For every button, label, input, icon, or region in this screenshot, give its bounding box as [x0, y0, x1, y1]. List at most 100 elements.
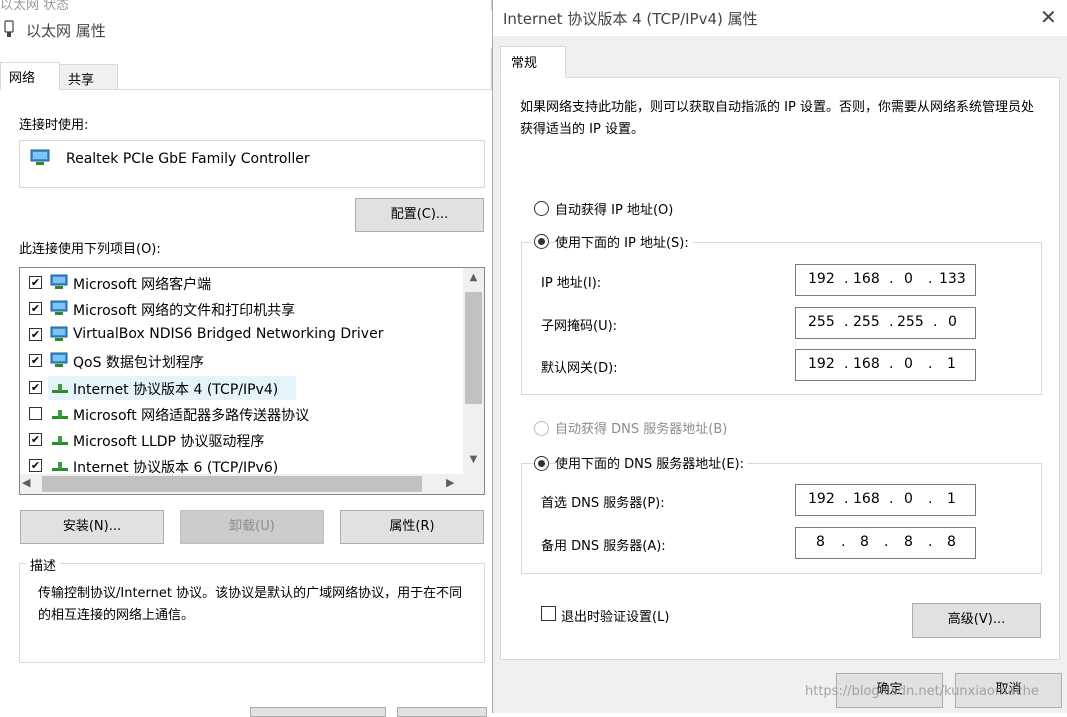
connect-using-label: 连接时使用: — [19, 118, 89, 133]
manual-dns-radio[interactable] — [534, 456, 549, 471]
uninstall-button[interactable]: 卸载(U) — [180, 510, 324, 544]
list-item[interactable]: ✔ Microsoft LLDP 协议驱动程序 — [24, 427, 464, 451]
gw-octet-3: 0 — [904, 356, 913, 372]
item-checkbox[interactable]: ✔ — [29, 433, 42, 446]
item-checkbox[interactable]: ✔ — [29, 459, 42, 472]
subnet-mask-label: 子网掩码(U): — [541, 319, 618, 334]
description-legend: 描述 — [26, 555, 61, 574]
pdns-dot: . — [889, 491, 894, 507]
ok-button-partial[interactable] — [250, 707, 386, 717]
adns-octet-3: 8 — [904, 534, 913, 550]
list-item[interactable]: ✔ Internet 协议版本 4 (TCP/IPv4) — [24, 375, 464, 399]
manual-dns-label[interactable]: 使用下面的 DNS 服务器地址(E): — [555, 453, 748, 472]
preferred-dns-field[interactable]: 192 . 168 . 0 . 1 — [795, 484, 976, 516]
item-checkbox[interactable]: ✔ — [29, 302, 42, 315]
list-item[interactable]: ✔ Microsoft 网络的文件和打印机共享 — [24, 296, 464, 320]
mask-octet-1: 255 — [808, 314, 835, 330]
list-item-label: Microsoft LLDP 协议驱动程序 — [73, 434, 265, 450]
tab-general[interactable]: 常规 — [500, 46, 566, 78]
list-item-label: Microsoft 网络的文件和打印机共享 — [73, 303, 296, 319]
gw-dot: . — [889, 356, 894, 372]
ip-octet-3: 0 — [904, 271, 913, 287]
ip-dot: . — [928, 271, 933, 287]
ip-dot: . — [889, 271, 894, 287]
mask-dot: . — [889, 314, 894, 330]
list-item-label: Internet 协议版本 4 (TCP/IPv4) — [73, 382, 279, 398]
gw-octet-4: 1 — [947, 356, 956, 372]
item-checkbox[interactable]: ✔ — [29, 276, 42, 289]
item-checkbox[interactable]: ✔ — [29, 381, 42, 394]
item-checkbox[interactable]: ✔ — [29, 354, 42, 367]
auto-ip-label[interactable]: 自动获得 IP 地址(O) — [555, 199, 673, 218]
manual-ip-label[interactable]: 使用下面的 IP 地址(S): — [555, 232, 693, 251]
horizontal-scroll-thumb[interactable] — [42, 476, 422, 492]
mask-octet-2: 255 — [853, 314, 880, 330]
pdns-octet-4: 1 — [947, 491, 956, 507]
adns-dot: . — [884, 534, 889, 550]
intro-text: 如果网络支持此功能，则可以获取自动指派的 IP 设置。否则，你需要从网络系统管理… — [520, 100, 1034, 137]
tab-network[interactable]: 网络 — [0, 62, 60, 90]
gw-dot: . — [928, 356, 933, 372]
properties-button[interactable]: 属性(R) — [340, 510, 484, 544]
subnet-mask-field[interactable]: 255 . 255 . 255 . 0 — [795, 307, 976, 339]
adapter-name: Realtek PCIe GbE Family Controller — [66, 151, 310, 167]
auto-ip-radio[interactable] — [534, 201, 549, 216]
pdns-dot: . — [844, 491, 849, 507]
alternate-dns-field[interactable]: 8 . 8 . 8 . 8 — [795, 527, 976, 559]
mask-dot: . — [933, 314, 938, 330]
ethernet-plug-icon — [4, 20, 14, 37]
scroll-left-icon[interactable]: ◀ — [22, 476, 38, 489]
list-item-label: VirtualBox NDIS6 Bridged Networking Driv… — [73, 326, 384, 342]
pdns-octet-2: 168 — [853, 491, 880, 507]
list-item[interactable]: ✔ VirtualBox NDIS6 Bridged Networking Dri… — [24, 322, 464, 346]
network-adapter-icon — [30, 149, 50, 165]
network-client-icon — [50, 326, 68, 341]
mask-octet-3: 255 — [897, 314, 924, 330]
pdns-octet-3: 0 — [904, 491, 913, 507]
configure-button[interactable]: 配置(C)... — [355, 198, 484, 232]
list-item-label: Microsoft 网络客户端 — [73, 277, 212, 293]
ip-octet-2: 168 — [853, 271, 880, 287]
gateway-field[interactable]: 192 . 168 . 0 . 1 — [795, 349, 976, 381]
vertical-scroll-thumb[interactable] — [465, 292, 482, 404]
adns-octet-1: 8 — [816, 534, 825, 550]
mask-octet-4: 0 — [948, 314, 957, 330]
cancel-button-partial[interactable] — [397, 707, 487, 717]
protocol-icon — [52, 384, 68, 393]
adns-octet-4: 8 — [947, 534, 956, 550]
window-title: Internet 协议版本 4 (TCP/IPv4) 属性 — [503, 10, 758, 28]
list-item-label: Microsoft 网络适配器多路传送器协议 — [73, 408, 310, 424]
preferred-dns-label: 首选 DNS 服务器(P): — [541, 496, 665, 511]
close-icon[interactable]: ✕ — [1040, 5, 1057, 29]
scroll-down-icon[interactable]: ▼ — [463, 454, 484, 470]
item-checkbox[interactable]: ✔ — [29, 328, 42, 341]
advanced-button[interactable]: 高级(V)... — [912, 603, 1041, 638]
scroll-up-icon[interactable]: ▲ — [463, 272, 484, 288]
list-item[interactable]: Microsoft 网络适配器多路传送器协议 — [24, 401, 464, 425]
list-item[interactable]: ✔ QoS 数据包计划程序 — [24, 348, 464, 372]
list-item[interactable]: ✔ Microsoft 网络客户端 — [24, 270, 464, 294]
adns-dot: . — [841, 534, 846, 550]
ip-octet-1: 192 — [808, 271, 835, 287]
adns-octet-2: 8 — [860, 534, 869, 550]
pdns-dot: . — [928, 491, 933, 507]
tab-sharing[interactable]: 共享 — [60, 64, 118, 90]
network-client-icon — [50, 300, 68, 315]
gateway-label: 默认网关(D): — [541, 361, 618, 376]
mask-dot: . — [844, 314, 849, 330]
auto-dns-label[interactable]: 自动获得 DNS 服务器地址(B) — [555, 418, 727, 437]
item-checkbox[interactable] — [29, 407, 42, 420]
ip-dot: . — [844, 271, 849, 287]
auto-dns-radio[interactable] — [534, 421, 549, 436]
ip-address-field[interactable]: 192 . 168 . 0 . 133 — [795, 264, 976, 296]
manual-ip-radio[interactable] — [534, 234, 549, 249]
validate-on-exit-label[interactable]: 退出时验证设置(L) — [561, 606, 669, 625]
description-text: 传输控制协议/Internet 协议。该协议是默认的广域网络协议，用于在不同的相… — [38, 586, 463, 623]
scroll-right-icon[interactable]: ▶ — [446, 476, 462, 489]
window-title: 以太网 属性 — [26, 22, 106, 40]
gw-dot: . — [844, 356, 849, 372]
ip-address-label: IP 地址(I): — [541, 276, 602, 291]
install-button[interactable]: 安装(N)... — [20, 510, 164, 544]
validate-on-exit-checkbox[interactable] — [541, 606, 556, 621]
protocol-icon — [52, 436, 68, 445]
